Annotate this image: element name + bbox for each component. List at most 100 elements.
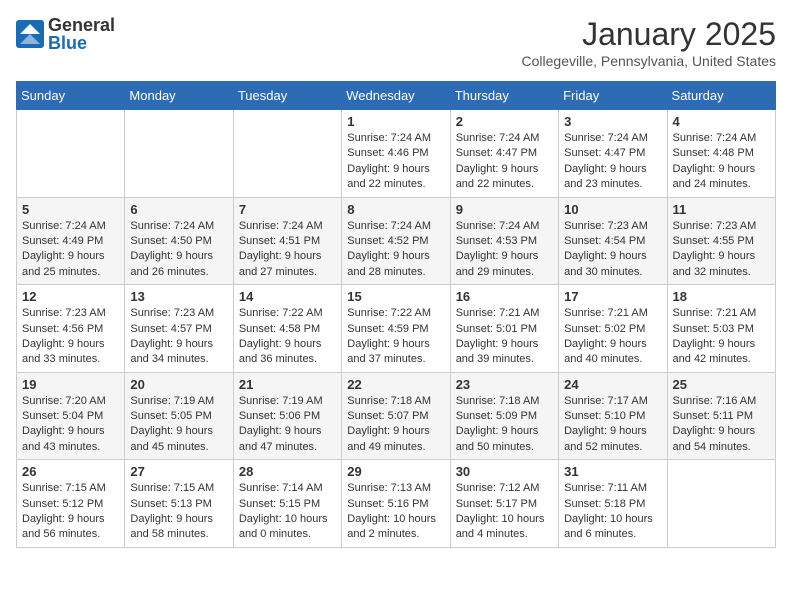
calendar-cell: 8Sunrise: 7:24 AM Sunset: 4:52 PM Daylig… — [342, 197, 450, 285]
day-info: Sunrise: 7:11 AM Sunset: 5:18 PM Dayligh… — [564, 481, 661, 543]
calendar-cell — [125, 110, 233, 198]
day-number: 1 — [347, 114, 444, 129]
day-number: 3 — [564, 114, 661, 129]
calendar-cell: 6 Sunrise: 7:24 AM Sunset: 4:50 PM Daylig… — [125, 197, 233, 285]
calendar-cell: 27Sunrise: 7:15 AM Sunset: 5:13 PM Dayli… — [125, 460, 233, 548]
calendar-cell: 21 Sunrise: 7:19 AM Sunset: 5:06 PM Dayli… — [233, 372, 341, 460]
weekday-header-tuesday: Tuesday — [233, 82, 341, 110]
calendar-cell: 14Sunrise: 7:22 AM Sunset: 4:58 PM Dayli… — [233, 285, 341, 373]
calendar-title: January 2025 — [522, 16, 776, 53]
day-number: 30 — [456, 464, 553, 479]
day-number: 15 — [347, 289, 444, 304]
calendar-cell: 16 Sunrise: 7:21 AM Sunset: 5:01 PM Dayli… — [450, 285, 558, 373]
calendar-cell: 12 Sunrise: 7:23 AM Sunset: 4:56 PM Dayli… — [17, 285, 125, 373]
day-info: Sunrise: 7:12 AM Sunset: 5:17 PM Dayligh… — [456, 481, 553, 543]
calendar-cell: 19 Sunrise: 7:20 AM Sunset: 5:04 PM Dayli… — [17, 372, 125, 460]
calendar-cell — [17, 110, 125, 198]
day-number: 19 — [22, 377, 119, 392]
day-number: 31 — [564, 464, 661, 479]
title-block: January 2025 Collegeville, Pennsylvania,… — [522, 16, 776, 69]
weekday-header-thursday: Thursday — [450, 82, 558, 110]
day-info: Sunrise: 7:19 AM Sunset: 5:05 PM Dayligh… — [130, 394, 227, 456]
day-info: Sunrise: 7:18 AM Sunset: 5:07 PM Dayligh… — [347, 394, 444, 456]
day-number: 20 — [130, 377, 227, 392]
week-row-1: 1 Sunrise: 7:24 AM Sunset: 4:46 PM Daylig… — [17, 110, 776, 198]
calendar-cell: 23 Sunrise: 7:18 AM Sunset: 5:09 PM Dayli… — [450, 372, 558, 460]
page-header: General Blue January 2025 Collegeville, … — [16, 16, 776, 69]
day-info: Sunrise: 7:23 AM Sunset: 4:54 PM Dayligh… — [564, 219, 661, 281]
day-number: 11 — [673, 202, 770, 217]
calendar-table: SundayMondayTuesdayWednesdayThursdayFrid… — [16, 81, 776, 548]
logo-general: General — [48, 16, 115, 34]
day-info: Sunrise: 7:20 AM Sunset: 5:04 PM Dayligh… — [22, 394, 119, 456]
day-info: Sunrise: 7:19 AM Sunset: 5:06 PM Dayligh… — [239, 394, 336, 456]
day-info: Sunrise: 7:21 AM Sunset: 5:01 PM Dayligh… — [456, 306, 553, 368]
day-number: 24 — [564, 377, 661, 392]
day-info: Sunrise: 7:24 AM Sunset: 4:53 PM Dayligh… — [456, 219, 553, 281]
day-number: 9 — [456, 202, 553, 217]
day-info: Sunrise: 7:24 AM Sunset: 4:47 PM Dayligh… — [564, 131, 661, 193]
day-info: Sunrise: 7:21 AM Sunset: 5:02 PM Dayligh… — [564, 306, 661, 368]
day-info: Sunrise: 7:21 AM Sunset: 5:03 PM Dayligh… — [673, 306, 770, 368]
calendar-cell: 31 Sunrise: 7:11 AM Sunset: 5:18 PM Dayli… — [559, 460, 667, 548]
calendar-cell: 24 Sunrise: 7:17 AM Sunset: 5:10 PM Dayli… — [559, 372, 667, 460]
day-number: 18 — [673, 289, 770, 304]
weekday-header-sunday: Sunday — [17, 82, 125, 110]
day-number: 23 — [456, 377, 553, 392]
calendar-cell: 11 Sunrise: 7:23 AM Sunset: 4:55 PM Dayli… — [667, 197, 775, 285]
weekday-header-saturday: Saturday — [667, 82, 775, 110]
day-info: Sunrise: 7:14 AM Sunset: 5:15 PM Dayligh… — [239, 481, 336, 543]
day-info: Sunrise: 7:24 AM Sunset: 4:49 PM Dayligh… — [22, 219, 119, 281]
day-number: 5 — [22, 202, 119, 217]
calendar-cell — [233, 110, 341, 198]
calendar-cell: 5 Sunrise: 7:24 AM Sunset: 4:49 PM Daylig… — [17, 197, 125, 285]
day-number: 2 — [456, 114, 553, 129]
calendar-cell: 17 Sunrise: 7:21 AM Sunset: 5:02 PM Dayli… — [559, 285, 667, 373]
day-number: 26 — [22, 464, 119, 479]
calendar-cell: 13Sunrise: 7:23 AM Sunset: 4:57 PM Dayli… — [125, 285, 233, 373]
calendar-cell: 25Sunrise: 7:16 AM Sunset: 5:11 PM Dayli… — [667, 372, 775, 460]
day-number: 6 — [130, 202, 227, 217]
day-info: Sunrise: 7:18 AM Sunset: 5:09 PM Dayligh… — [456, 394, 553, 456]
calendar-cell: 22 Sunrise: 7:18 AM Sunset: 5:07 PM Dayli… — [342, 372, 450, 460]
calendar-cell: 29 Sunrise: 7:13 AM Sunset: 5:16 PM Dayli… — [342, 460, 450, 548]
logo-text: General Blue — [48, 16, 115, 52]
day-number: 17 — [564, 289, 661, 304]
logo: General Blue — [16, 16, 115, 52]
calendar-cell: 18 Sunrise: 7:21 AM Sunset: 5:03 PM Dayli… — [667, 285, 775, 373]
day-number: 10 — [564, 202, 661, 217]
calendar-cell: 1 Sunrise: 7:24 AM Sunset: 4:46 PM Daylig… — [342, 110, 450, 198]
day-info: Sunrise: 7:17 AM Sunset: 5:10 PM Dayligh… — [564, 394, 661, 456]
day-info: Sunrise: 7:24 AM Sunset: 4:51 PM Dayligh… — [239, 219, 336, 281]
calendar-cell: 30 Sunrise: 7:12 AM Sunset: 5:17 PM Dayli… — [450, 460, 558, 548]
day-number: 7 — [239, 202, 336, 217]
logo-icon — [16, 20, 44, 48]
day-info: Sunrise: 7:15 AM Sunset: 5:12 PM Dayligh… — [22, 481, 119, 543]
calendar-cell: 9 Sunrise: 7:24 AM Sunset: 4:53 PM Daylig… — [450, 197, 558, 285]
calendar-cell — [667, 460, 775, 548]
day-number: 29 — [347, 464, 444, 479]
calendar-cell: 15Sunrise: 7:22 AM Sunset: 4:59 PM Dayli… — [342, 285, 450, 373]
calendar-cell: 20 Sunrise: 7:19 AM Sunset: 5:05 PM Dayli… — [125, 372, 233, 460]
day-number: 16 — [456, 289, 553, 304]
calendar-cell: 4Sunrise: 7:24 AM Sunset: 4:48 PM Daylig… — [667, 110, 775, 198]
logo-blue: Blue — [48, 34, 115, 52]
day-number: 12 — [22, 289, 119, 304]
day-number: 21 — [239, 377, 336, 392]
calendar-cell: 2Sunrise: 7:24 AM Sunset: 4:47 PM Daylig… — [450, 110, 558, 198]
day-number: 27 — [130, 464, 227, 479]
day-info: Sunrise: 7:23 AM Sunset: 4:55 PM Dayligh… — [673, 219, 770, 281]
weekday-header-friday: Friday — [559, 82, 667, 110]
day-info: Sunrise: 7:13 AM Sunset: 5:16 PM Dayligh… — [347, 481, 444, 543]
day-info: Sunrise: 7:22 AM Sunset: 4:58 PM Dayligh… — [239, 306, 336, 368]
day-info: Sunrise: 7:16 AM Sunset: 5:11 PM Dayligh… — [673, 394, 770, 456]
day-number: 28 — [239, 464, 336, 479]
weekday-header-monday: Monday — [125, 82, 233, 110]
day-info: Sunrise: 7:24 AM Sunset: 4:50 PM Dayligh… — [130, 219, 227, 281]
day-info: Sunrise: 7:23 AM Sunset: 4:56 PM Dayligh… — [22, 306, 119, 368]
day-info: Sunrise: 7:24 AM Sunset: 4:46 PM Dayligh… — [347, 131, 444, 193]
day-number: 22 — [347, 377, 444, 392]
weekday-header-wednesday: Wednesday — [342, 82, 450, 110]
day-number: 8 — [347, 202, 444, 217]
calendar-cell: 26 Sunrise: 7:15 AM Sunset: 5:12 PM Dayli… — [17, 460, 125, 548]
